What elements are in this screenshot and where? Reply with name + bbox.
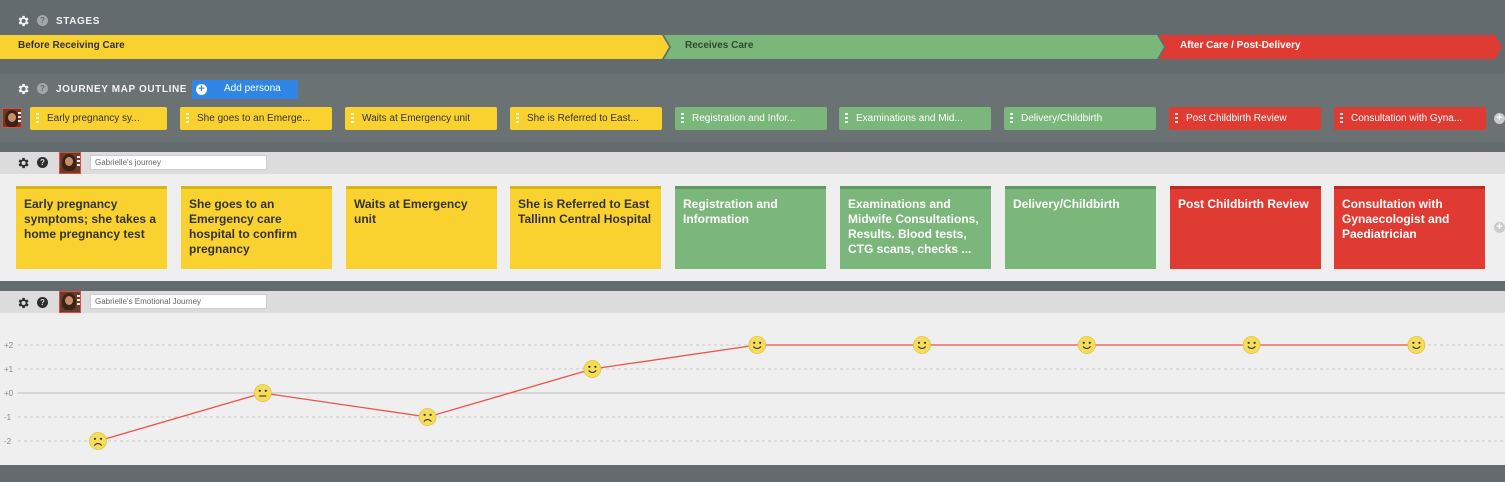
outline-step-7[interactable]: Delivery/Childbirth [1004,107,1156,130]
journey-card-3[interactable]: Waits at Emergency unit [346,186,497,269]
emotion-point-sad-face-icon[interactable] [418,408,437,426]
emotion-help-icon[interactable]: ? [37,297,48,308]
outline-step-label: Registration and Infor... [692,113,796,124]
journey-persona-avatar[interactable] [59,152,81,174]
emotion-point-happy-face-icon[interactable] [1407,336,1426,354]
emotion-point-happy-face-icon[interactable] [1077,336,1096,354]
emotion-point-happy-face-icon[interactable] [748,336,767,354]
journey-card-9[interactable]: Consultation with Gynaecologist and Paed… [1334,186,1485,269]
stage-label-receives-care: Receives Care [685,40,754,51]
stages-help-icon[interactable]: ? [37,15,48,26]
y-tick-label: +0 [4,389,14,398]
stage-label-after-care: After Care / Post-Delivery [1180,40,1301,51]
emotion-point-happy-face-icon[interactable] [1242,336,1261,354]
emotion-name-input[interactable]: Gabrielle's Emotional Journey [90,294,267,309]
outline-step-2[interactable]: She goes to an Emerge... [180,107,332,130]
stages-title: STAGES [56,16,100,27]
journey-card-5[interactable]: Registration and Information [675,186,826,269]
outline-step-label: Delivery/Childbirth [1021,113,1103,124]
add-persona-button[interactable]: + Add persona [192,80,298,99]
outline-gear-icon[interactable] [16,82,30,96]
outline-title: JOURNEY MAP OUTLINE [56,84,188,95]
plus-icon: + [196,84,207,95]
outline-step-label: Early pregnancy sy... [47,113,140,124]
outline-step-3[interactable]: Waits at Emergency unit [345,107,497,130]
journey-card-7[interactable]: Delivery/Childbirth [1005,186,1156,269]
journey-card-8[interactable]: Post Childbirth Review [1170,186,1321,269]
outline-step-9[interactable]: Consultation with Gyna... [1334,107,1486,130]
add-persona-label: Add persona [224,83,281,94]
outline-step-label: She is Referred to East... [527,113,639,124]
outline-step-4[interactable]: She is Referred to East... [510,107,662,130]
stages-gear-icon[interactable] [16,14,30,28]
journey-gear-icon[interactable] [16,156,30,170]
emotion-persona-avatar[interactable] [59,291,81,313]
add-step-plus-icon[interactable]: + [1494,113,1505,124]
y-tick-label: -2 [4,437,12,446]
journey-card-1[interactable]: Early pregnancy symptoms; she takes a ho… [16,186,167,269]
journey-card-6[interactable]: Examinations and Midwife Consultations, … [840,186,991,269]
outline-step-label: Examinations and Mid... [856,113,963,124]
outline-step-label: Consultation with Gyna... [1351,113,1463,124]
emotion-point-happy-face-icon[interactable] [583,360,602,378]
outline-help-icon[interactable]: ? [37,83,48,94]
outline-step-label: Waits at Emergency unit [362,113,471,124]
emotion-gear-icon[interactable] [16,296,30,310]
y-tick-label: +1 [4,365,14,374]
journey-help-icon[interactable]: ? [37,157,48,168]
emotional-journey-chart: +2 +1 +0 -1 -2 [4,336,1505,450]
journey-name-input[interactable]: Gabrielle's journey [90,155,267,170]
outline-step-5[interactable]: Registration and Infor... [675,107,827,130]
persona-avatar[interactable] [2,108,22,128]
outline-step-8[interactable]: Post Childbirth Review [1169,107,1321,130]
outline-step-label: She goes to an Emerge... [197,113,311,124]
emotion-point-sad-face-icon[interactable] [89,432,107,450]
stage-label-before-receiving-care: Before Receiving Care [18,40,125,51]
journey-card-2[interactable]: She goes to an Emergency care hospital t… [181,186,332,269]
journey-card-4[interactable]: She is Referred to East Tallinn Central … [510,186,661,269]
add-card-plus-icon[interactable]: + [1494,222,1505,233]
emotion-point-happy-face-icon[interactable] [913,336,931,354]
y-tick-label: +2 [4,341,14,350]
outline-step-6[interactable]: Examinations and Mid... [839,107,991,130]
outline-step-label: Post Childbirth Review [1186,113,1287,124]
y-tick-label: -1 [4,413,12,422]
outline-step-1[interactable]: Early pregnancy sy... [30,107,167,130]
emotion-point-neutral-face-icon[interactable] [253,384,272,402]
